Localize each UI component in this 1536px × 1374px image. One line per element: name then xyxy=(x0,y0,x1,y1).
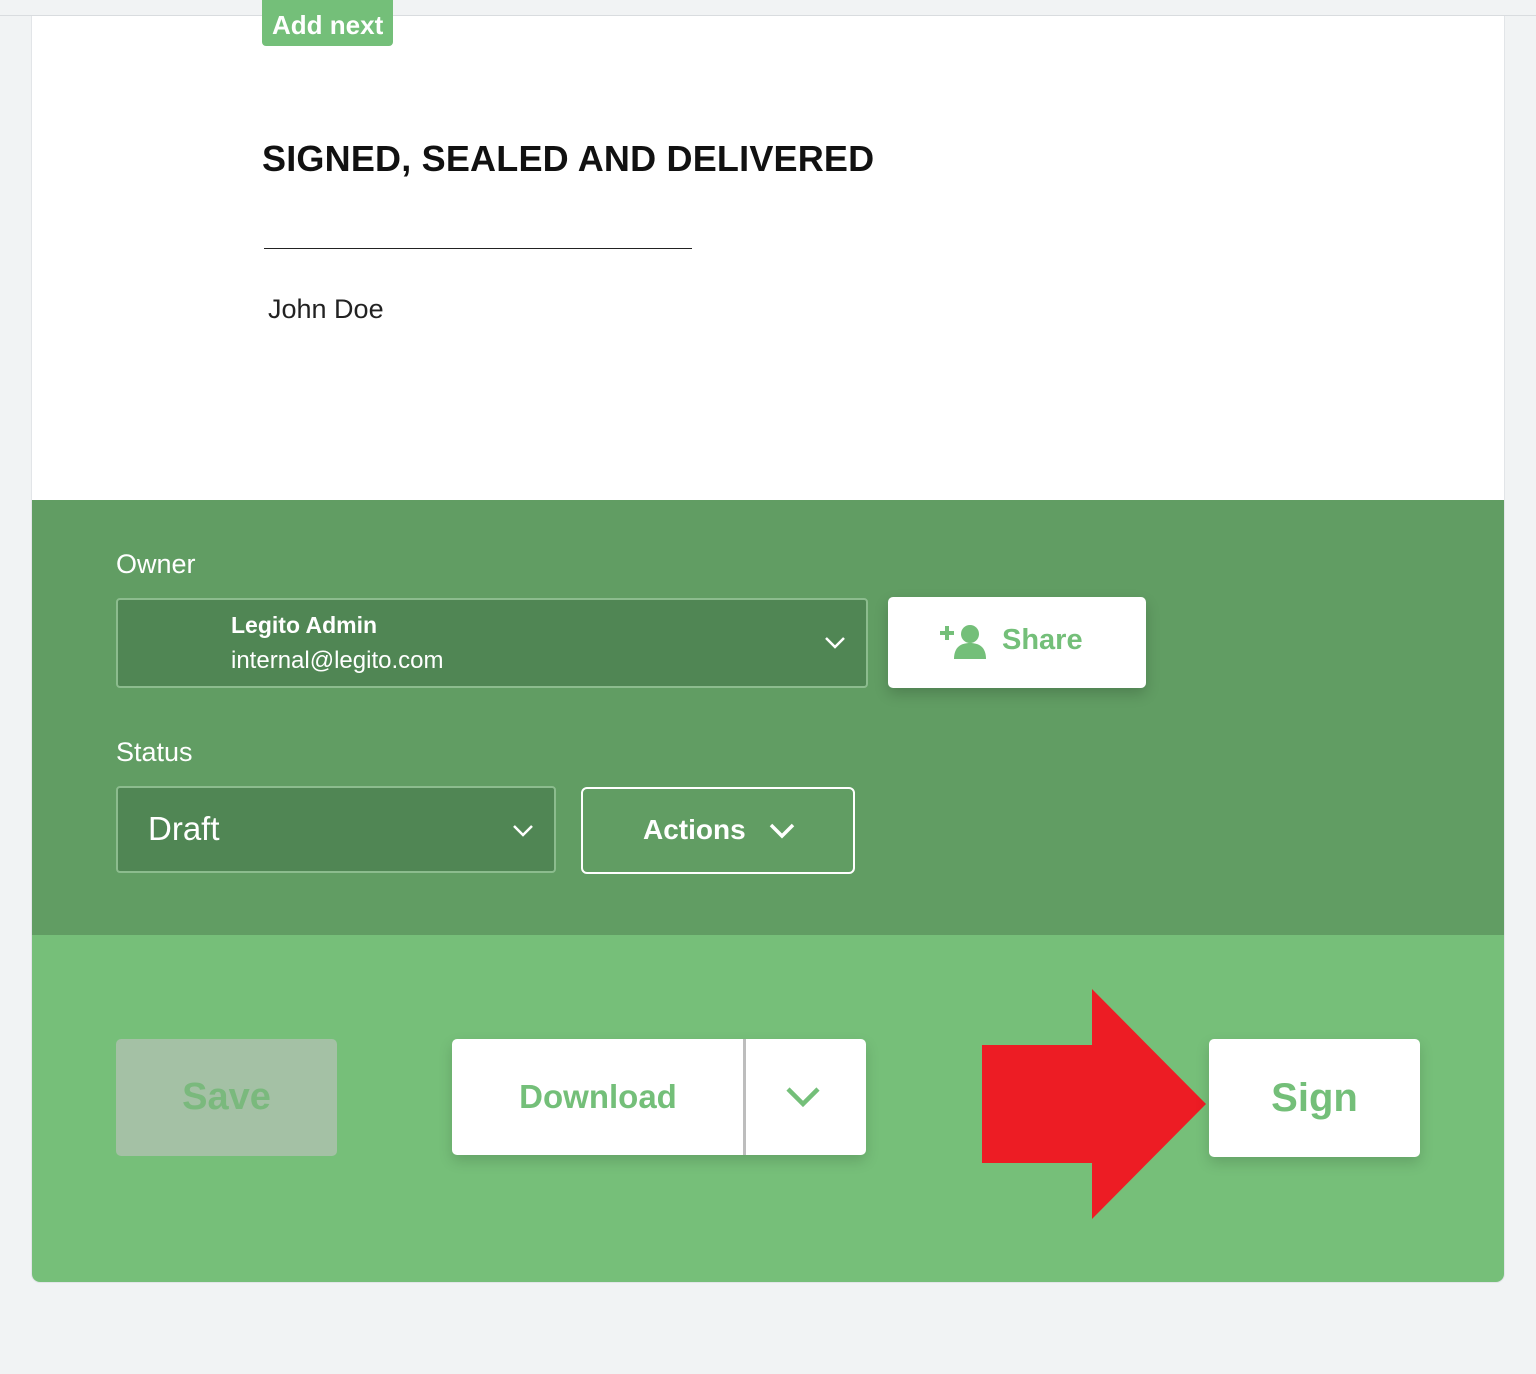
owner-email: internal@legito.com xyxy=(231,647,444,674)
download-button[interactable]: Download xyxy=(452,1039,744,1155)
add-user-icon xyxy=(940,625,986,659)
share-label: Share xyxy=(1002,624,1083,656)
status-select[interactable]: Draft xyxy=(116,786,556,873)
status-label: Status xyxy=(116,737,193,767)
share-button[interactable]: Share xyxy=(888,597,1146,688)
download-button-group: Download xyxy=(452,1039,866,1155)
signer-name: John Doe xyxy=(268,294,384,324)
owner-select[interactable]: Legito Admin internal@legito.com xyxy=(116,598,868,688)
download-options-button[interactable] xyxy=(746,1039,866,1155)
owner-label: Owner xyxy=(116,549,196,579)
chevron-down-icon xyxy=(786,1087,820,1108)
document-settings-panel: Owner Legito Admin internal@legito.com S… xyxy=(32,500,1504,935)
sign-button[interactable]: Sign xyxy=(1209,1039,1420,1157)
chevron-down-icon xyxy=(769,823,795,839)
red-arrow-icon xyxy=(982,989,1206,1219)
status-value: Draft xyxy=(148,810,220,847)
action-bar: Save Download Sign xyxy=(32,935,1504,1282)
add-next-button[interactable]: Add next xyxy=(262,0,394,46)
browser-top-edge xyxy=(0,0,1536,16)
owner-name: Legito Admin xyxy=(231,612,378,638)
document-card: Add next SIGNED, SEALED AND DELIVERED Jo… xyxy=(32,0,1504,1282)
actions-label: Actions xyxy=(643,814,746,845)
save-button[interactable]: Save xyxy=(116,1039,337,1156)
document-heading: SIGNED, SEALED AND DELIVERED xyxy=(262,138,875,179)
chevron-down-icon xyxy=(513,825,533,837)
signature-line xyxy=(264,248,692,249)
document-content: Add next SIGNED, SEALED AND DELIVERED Jo… xyxy=(32,0,1504,500)
chevron-down-icon xyxy=(825,637,845,649)
actions-button[interactable]: Actions xyxy=(581,787,855,874)
